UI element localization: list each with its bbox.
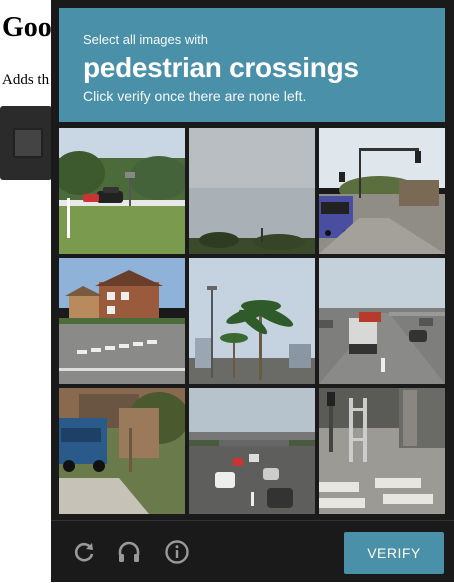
- reload-icon[interactable]: [71, 539, 97, 565]
- tile-image: [59, 388, 185, 514]
- info-icon[interactable]: [164, 539, 190, 565]
- challenge-target: pedestrian crossings: [83, 52, 359, 83]
- image-tile[interactable]: [189, 128, 315, 254]
- image-tile[interactable]: [189, 258, 315, 384]
- tile-image: [59, 258, 185, 384]
- captcha-challenge-panel: Select all images with pedestrian crossi…: [51, 0, 454, 582]
- tile-image: [59, 128, 185, 254]
- image-tile[interactable]: [319, 258, 445, 384]
- page-subtitle: Adds th: [2, 72, 50, 88]
- image-tile[interactable]: [59, 128, 185, 254]
- challenge-footer: VERIFY: [51, 520, 454, 583]
- tile-image: [319, 388, 445, 514]
- image-tile[interactable]: [319, 388, 445, 514]
- image-tile[interactable]: [59, 388, 185, 514]
- challenge-instruction: Click verify once there are none left.: [83, 88, 307, 104]
- captcha-checkbox[interactable]: [13, 128, 43, 158]
- image-tile[interactable]: [319, 128, 445, 254]
- image-tile[interactable]: [59, 258, 185, 384]
- challenge-prompt: Select all images with: [83, 32, 208, 47]
- image-tile[interactable]: [189, 388, 315, 514]
- tile-image: [319, 128, 445, 254]
- challenge-header: Select all images with pedestrian crossi…: [59, 8, 445, 122]
- headphones-icon[interactable]: [116, 539, 142, 565]
- verify-button[interactable]: VERIFY: [344, 532, 444, 574]
- tile-image: [189, 388, 315, 514]
- tile-image: [189, 128, 315, 254]
- image-grid: [59, 128, 445, 514]
- tile-image: [319, 258, 445, 384]
- page-title: Goo: [2, 12, 52, 43]
- tile-image: [189, 258, 315, 384]
- captcha-anchor: [0, 106, 54, 180]
